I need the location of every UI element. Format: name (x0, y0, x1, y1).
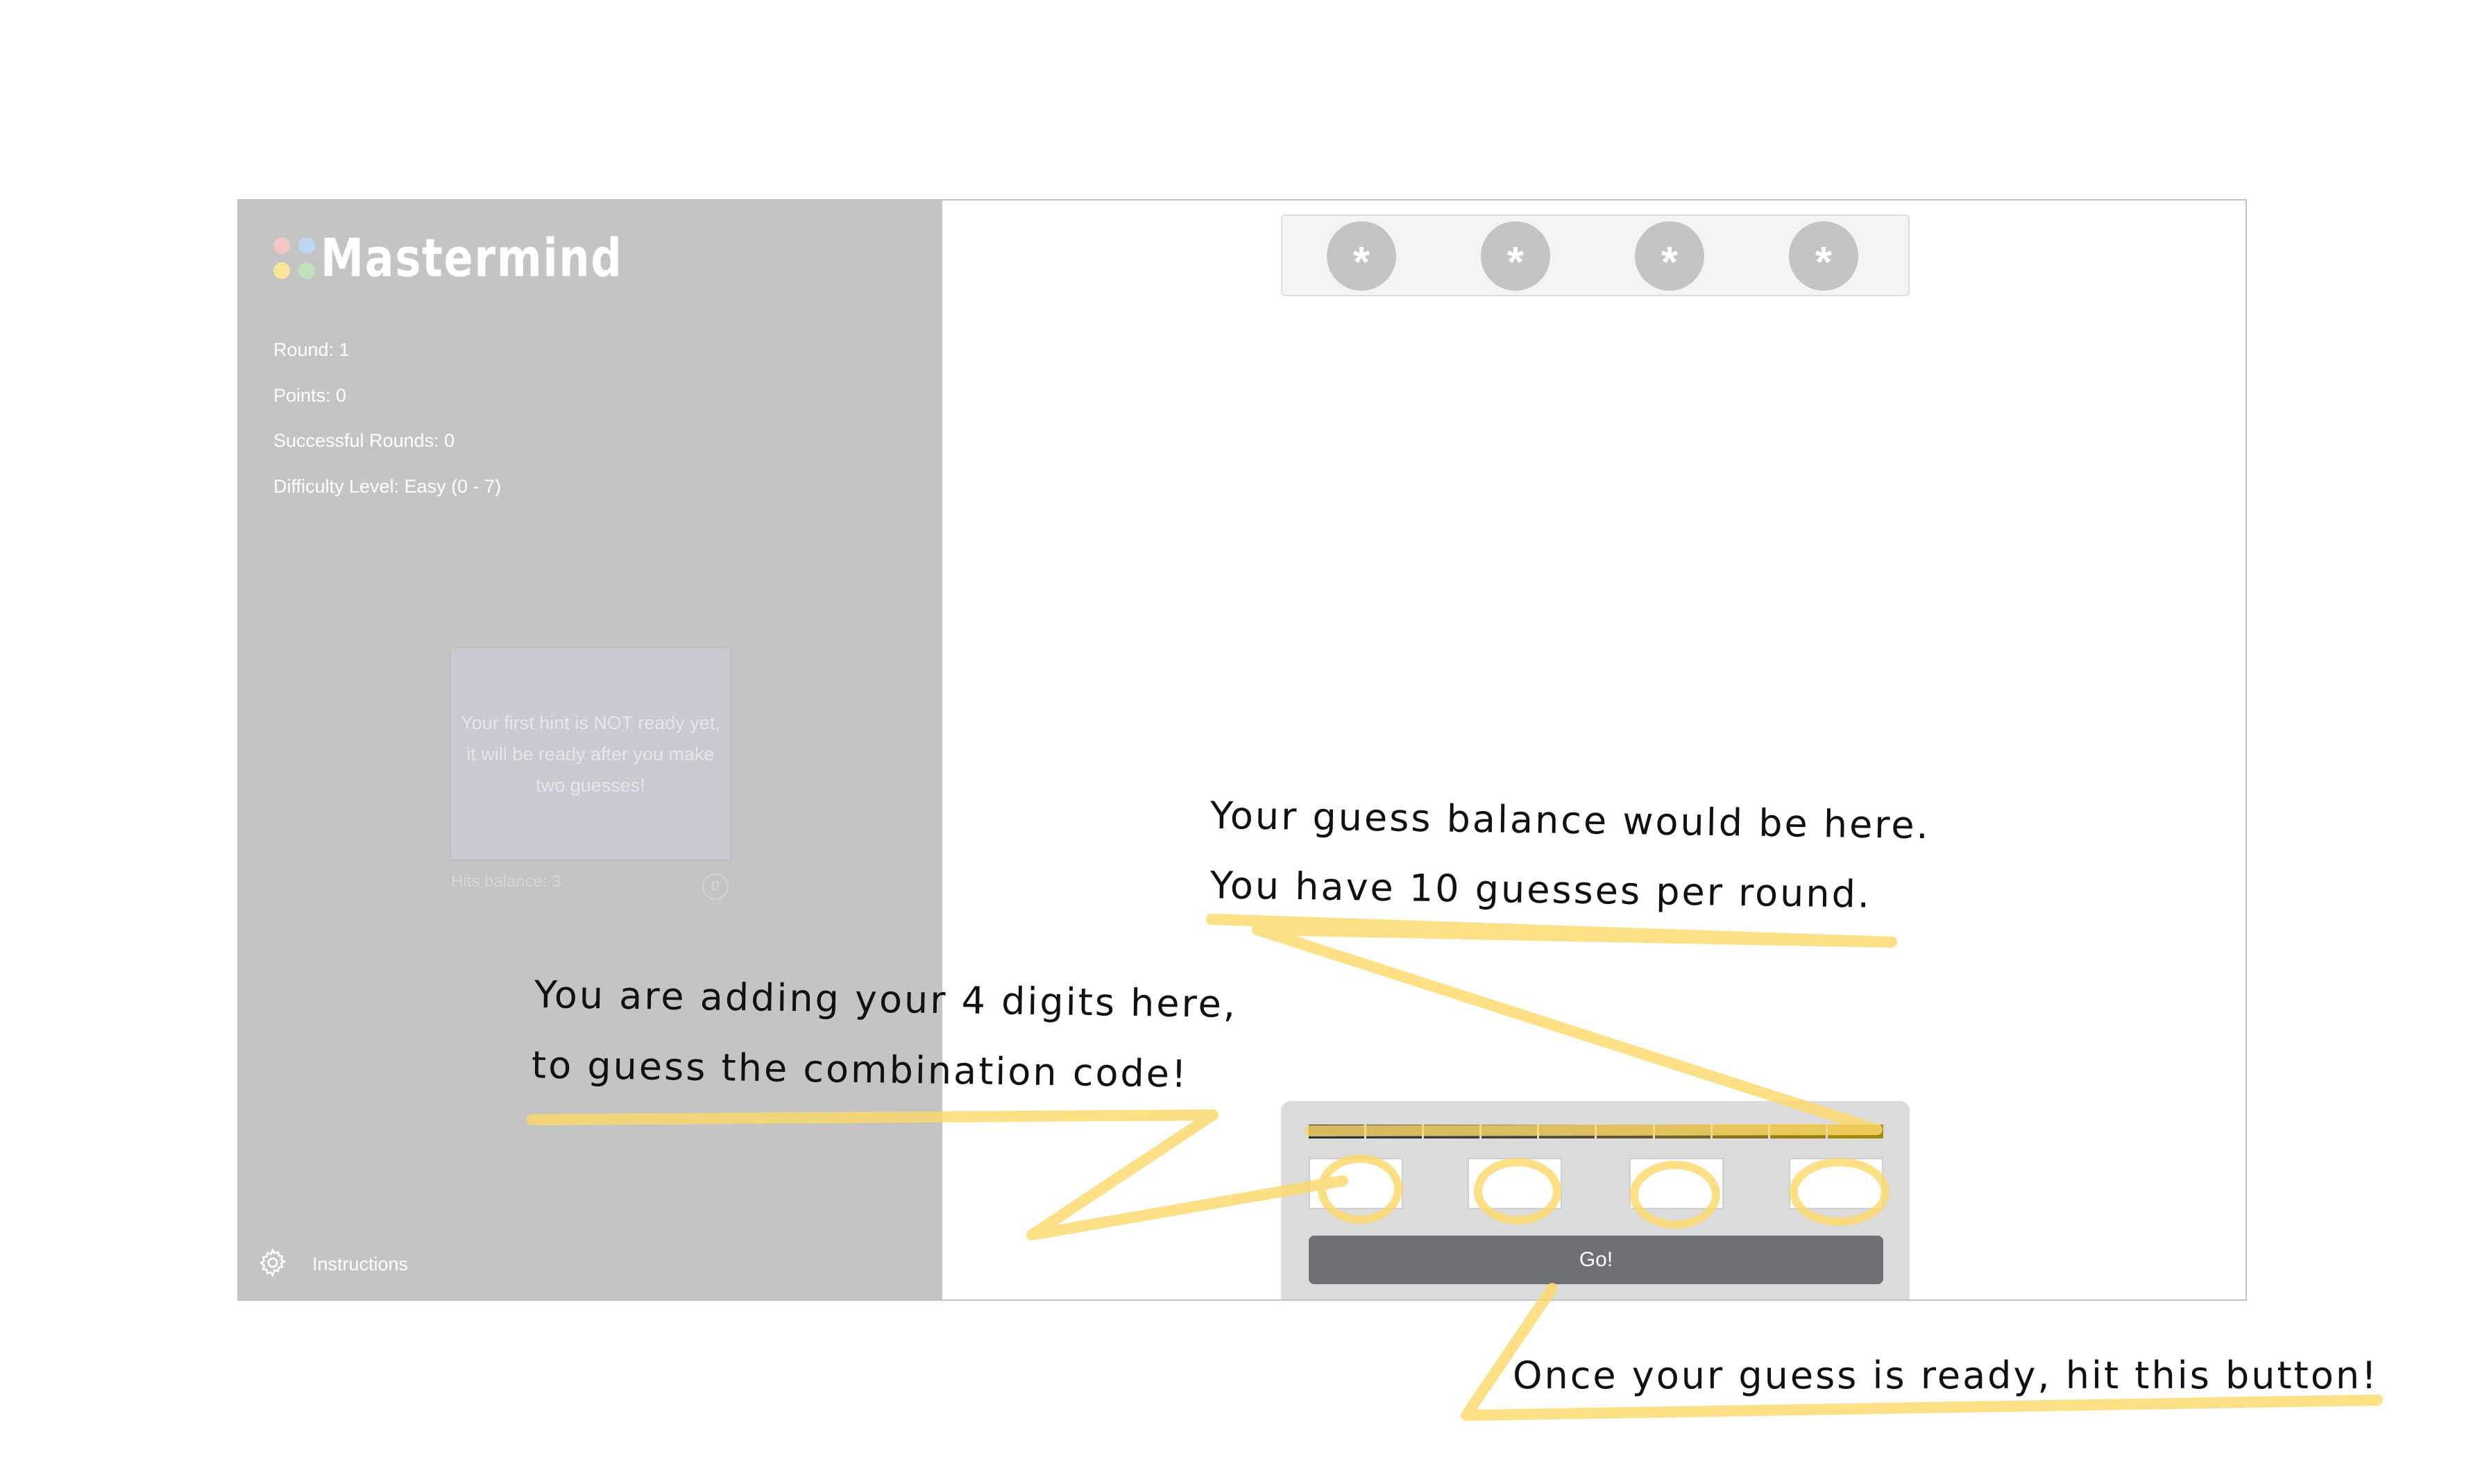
gear-icon[interactable] (257, 1247, 289, 1279)
secret-slot: * (1481, 221, 1550, 291)
hits-count-badge: 0 (702, 873, 729, 900)
logo-dot (298, 262, 315, 279)
balance-segment (1827, 1125, 1883, 1138)
secret-slot: * (1635, 221, 1704, 291)
annotation-balance-line1: Your guess balance would be here. (1209, 793, 1931, 848)
balance-segment (1654, 1125, 1710, 1138)
balance-segment (1769, 1125, 1826, 1138)
go-button-label: Go! (1579, 1248, 1613, 1271)
logo-dot (273, 262, 290, 279)
annotation-digits-line1: You are adding your 4 digits here, (534, 972, 1238, 1027)
successful-rounds-stat: Successful Rounds: 0 (273, 430, 455, 451)
digit-input-4[interactable] (1789, 1158, 1883, 1209)
balance-segment (1712, 1125, 1768, 1138)
app-title: Mastermind (321, 227, 623, 289)
digit-input-2[interactable] (1468, 1158, 1562, 1209)
secret-slot-mask: * (1506, 238, 1525, 287)
balance-segment (1309, 1125, 1365, 1138)
guess-panel: Go! (1281, 1101, 1910, 1299)
logo-dot (273, 237, 290, 254)
secret-slot-mask: * (1661, 238, 1679, 287)
app-window: Mastermind Round: 1 Points: 0 Successful… (237, 199, 2247, 1301)
digit-input-3[interactable] (1629, 1158, 1724, 1209)
secret-code-display: * * * * (1281, 214, 1910, 296)
logo: Mastermind (273, 227, 689, 289)
annotation-balance-line2: You have 10 guesses per round. (1209, 863, 1872, 916)
secret-slot: * (1789, 221, 1858, 291)
balance-segment (1597, 1125, 1653, 1138)
hint-card: Your first hint is NOT ready yet, it wil… (451, 649, 730, 860)
balance-segment (1424, 1125, 1480, 1138)
balance-segment (1366, 1125, 1423, 1138)
hits-balance-label: Hits balance: 3 (451, 872, 561, 891)
balance-segment (1481, 1125, 1538, 1138)
instructions-link[interactable]: Instructions (312, 1254, 408, 1275)
round-stat: Round: 1 (273, 339, 350, 360)
digit-input-1[interactable] (1309, 1158, 1403, 1209)
balance-segment (1539, 1125, 1595, 1138)
difficulty-stat: Difficulty Level: Easy (0 - 7) (273, 476, 502, 497)
secret-slot: * (1327, 221, 1396, 291)
guess-balance-bar (1309, 1125, 1883, 1138)
logo-dots-icon (273, 237, 315, 279)
logo-dot (298, 237, 315, 254)
sidebar: Mastermind Round: 1 Points: 0 Successful… (239, 201, 942, 1299)
secret-slot-mask: * (1352, 238, 1370, 287)
points-stat: Points: 0 (273, 385, 347, 406)
hint-text: Your first hint is NOT ready yet, it wil… (461, 712, 720, 796)
annotation-digits-line2: to guess the combination code! (531, 1043, 1189, 1096)
go-button[interactable]: Go! (1309, 1236, 1883, 1284)
secret-slot-mask: * (1815, 238, 1833, 287)
annotation-button-line: Once your guess is ready, hit this butto… (1513, 1354, 2379, 1397)
